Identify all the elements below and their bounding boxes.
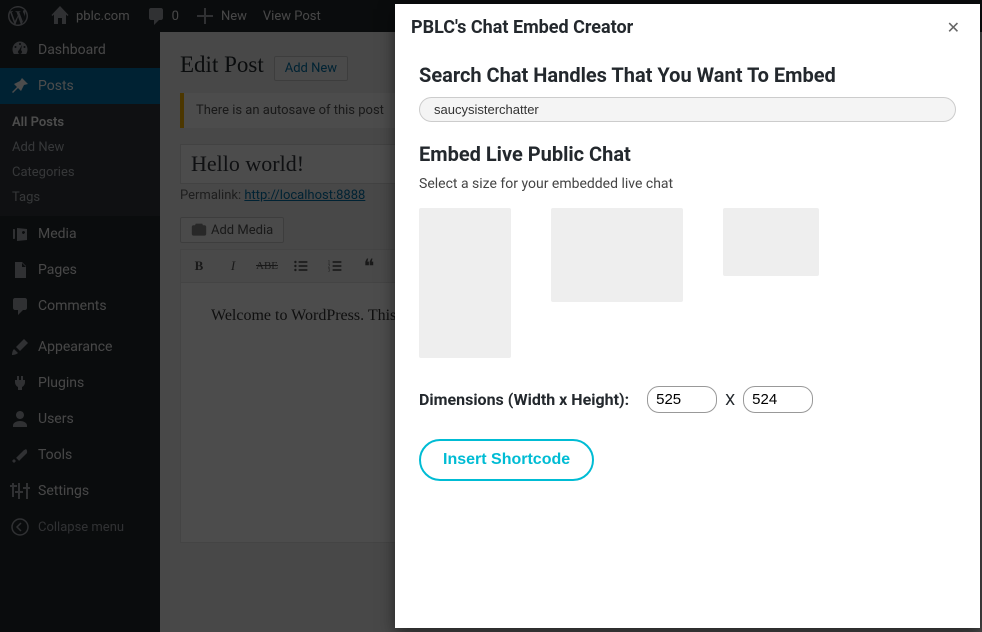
size-option-medium[interactable]: [551, 208, 683, 302]
size-option-small[interactable]: [723, 208, 819, 276]
size-option-tall[interactable]: [419, 208, 511, 358]
dimensions-label: Dimensions (Width x Height):: [419, 390, 629, 409]
embed-subhead: Select a size for your embedded live cha…: [419, 176, 956, 192]
size-options: [419, 208, 956, 358]
modal-header: PBLC's Chat Embed Creator ✕: [395, 4, 980, 51]
width-input[interactable]: [647, 386, 717, 413]
dimensions-row: Dimensions (Width x Height): X: [419, 386, 956, 413]
modal-title: PBLC's Chat Embed Creator: [411, 17, 633, 38]
modal-body: Search Chat Handles That You Want To Emb…: [395, 51, 980, 628]
insert-shortcode-button[interactable]: Insert Shortcode: [419, 439, 594, 481]
search-input[interactable]: [419, 97, 956, 122]
embed-heading: Embed Live Public Chat: [419, 142, 956, 166]
close-icon[interactable]: ✕: [943, 14, 964, 41]
search-heading: Search Chat Handles That You Want To Emb…: [419, 63, 956, 87]
height-input[interactable]: [743, 386, 813, 413]
embed-modal: PBLC's Chat Embed Creator ✕ Search Chat …: [395, 4, 980, 628]
dimension-separator: X: [725, 390, 735, 409]
